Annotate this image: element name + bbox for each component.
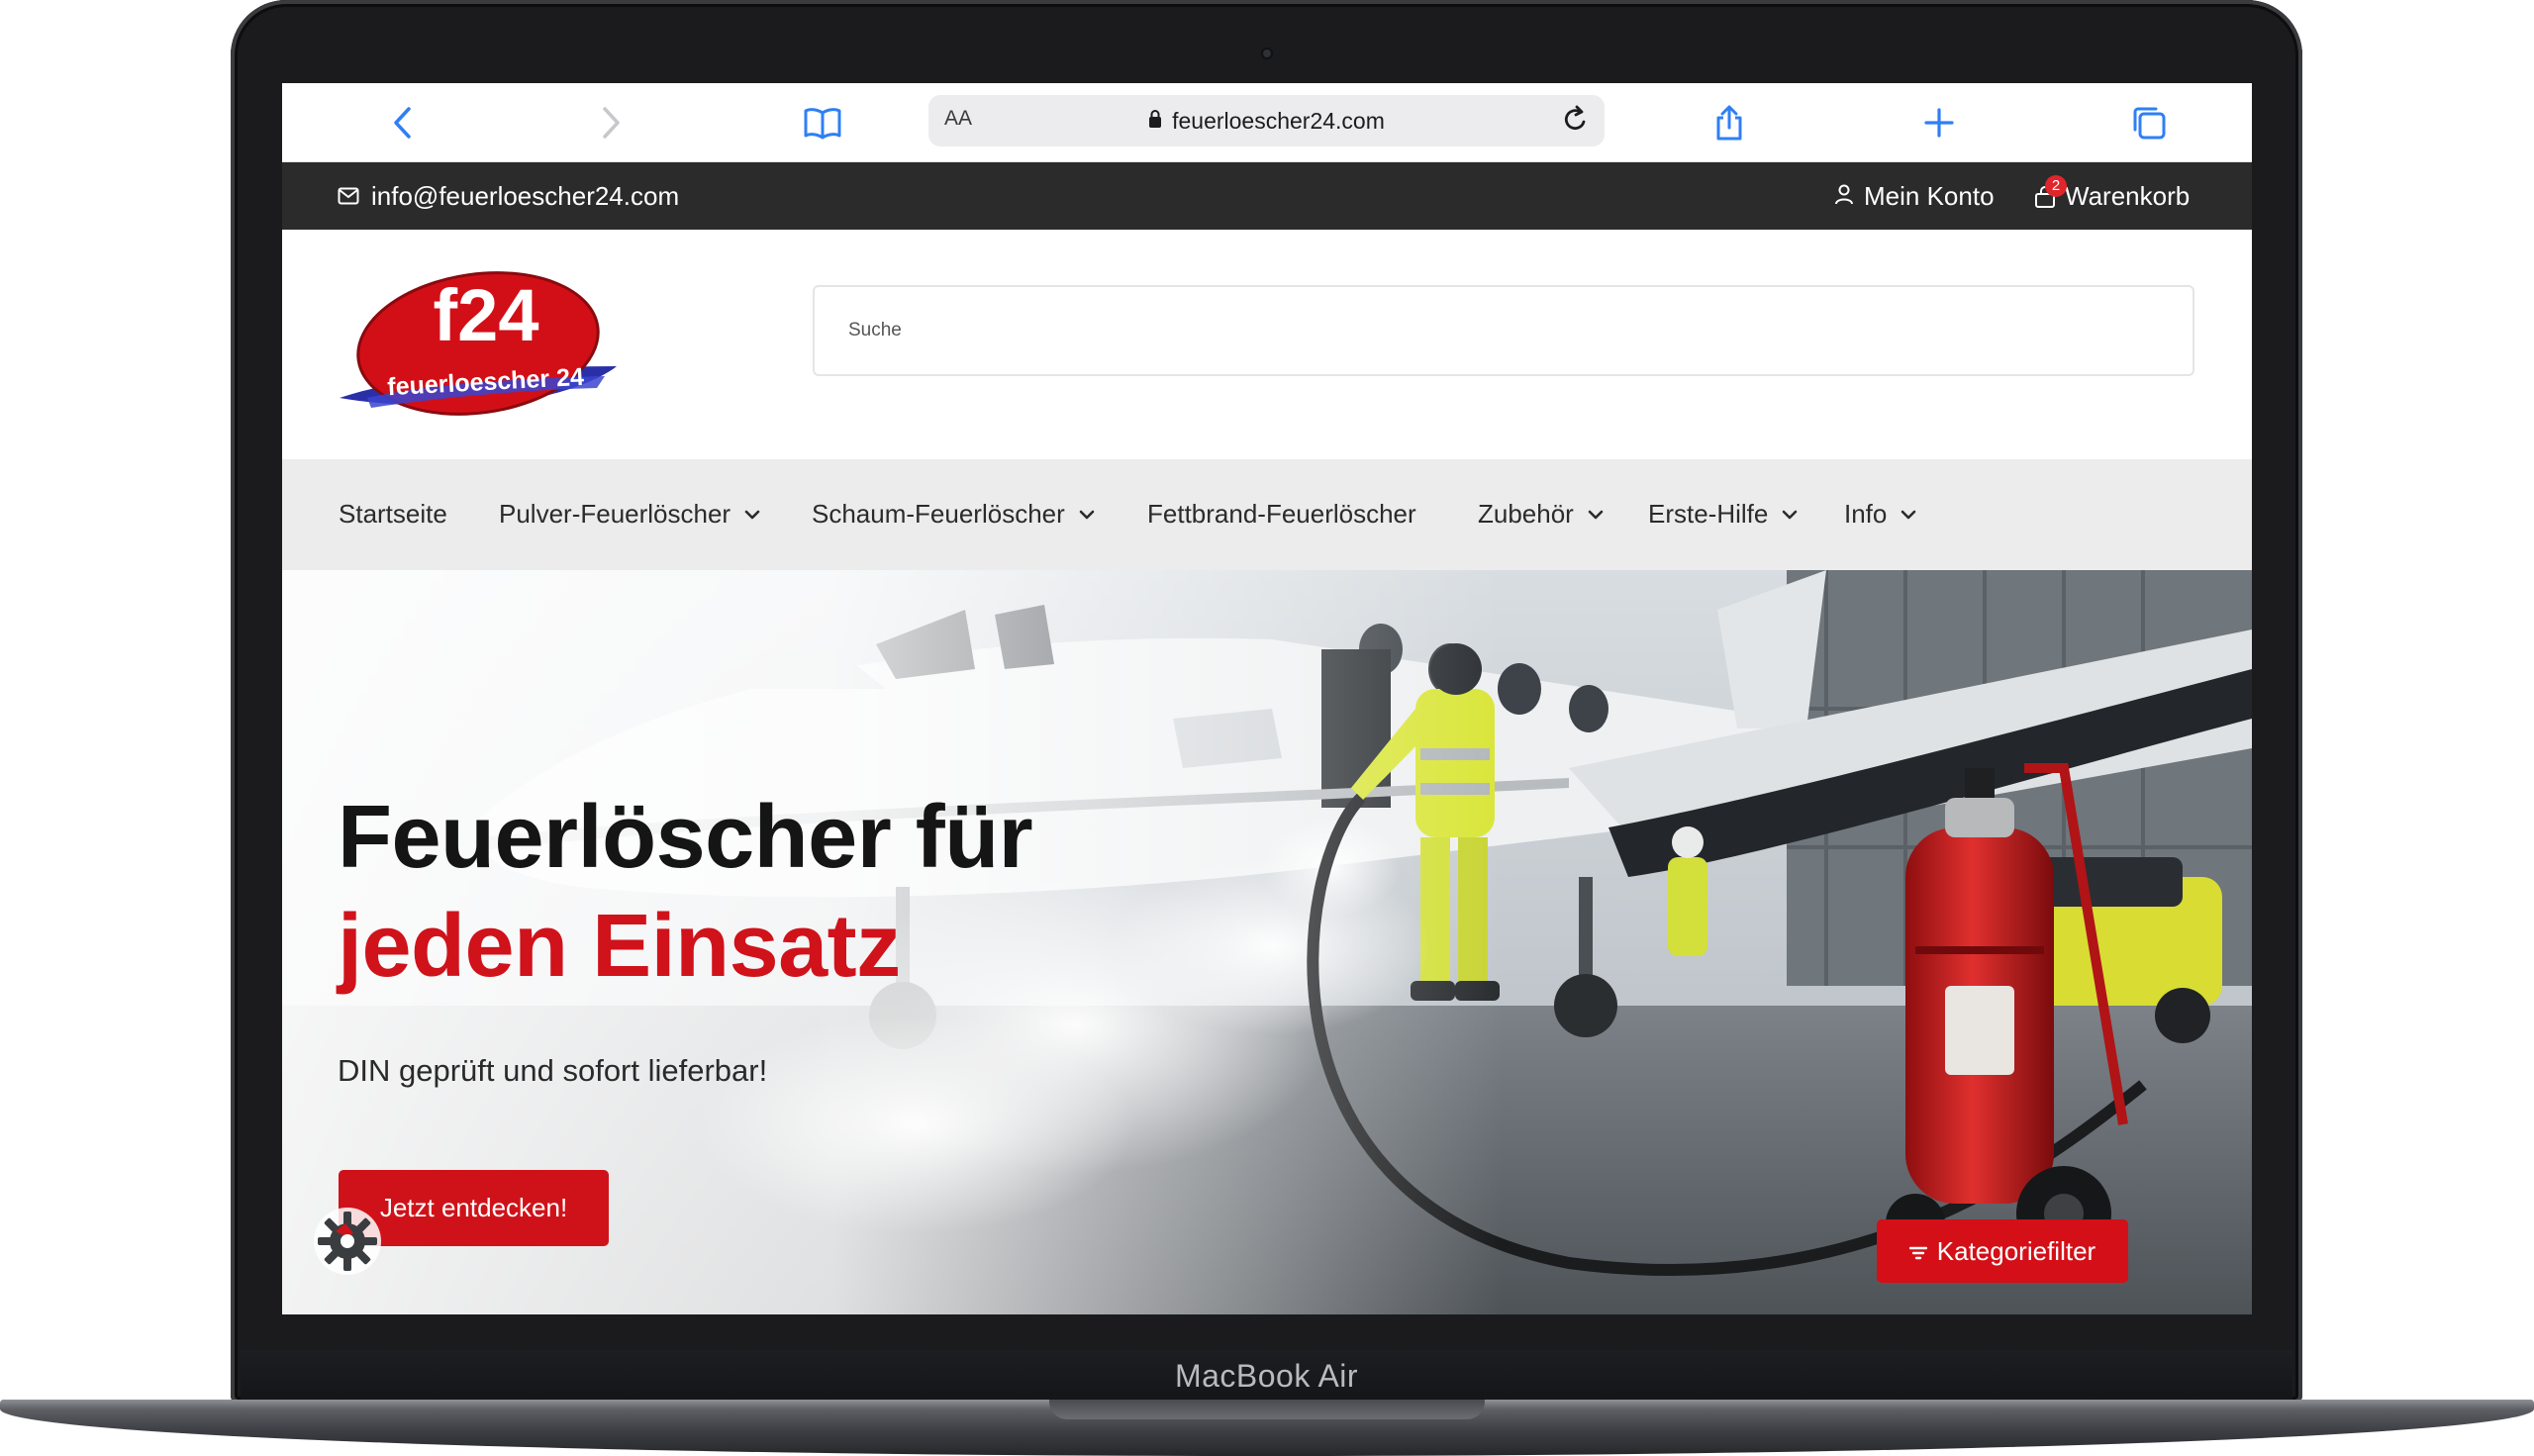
- chevron-down-icon: [1783, 510, 1798, 519]
- laptop-chin: MacBook Air: [241, 1350, 2292, 1402]
- forward-icon[interactable]: [591, 103, 631, 143]
- browser-screen: AA feuerloescher24.com info@feuerloesche…: [282, 83, 2252, 1314]
- nav-item-erste-hilfe[interactable]: Erste-Hilfe: [1648, 499, 1798, 530]
- nav-label: Fettbrand-Feuerlöscher: [1147, 499, 1416, 529]
- cart-icon: 2: [2033, 174, 2067, 209]
- cart-count-badge: 2: [2045, 174, 2067, 197]
- category-filter-button[interactable]: Kategoriefilter: [1877, 1219, 2128, 1283]
- nav-label: Erste-Hilfe: [1648, 499, 1769, 529]
- chevron-down-icon: [744, 510, 760, 519]
- hero-subtitle: DIN geprüft und sofort lieferbar!: [338, 1053, 768, 1088]
- device-label: MacBook Air: [1174, 1357, 1359, 1394]
- chevron-down-icon: [1079, 510, 1095, 519]
- nav-label: Schaum-Feuerlöscher: [812, 499, 1065, 529]
- hero-title-line1: Feuerlöscher für: [338, 788, 1033, 887]
- site-logo[interactable]: f24 feuerloescher 24: [338, 249, 620, 418]
- nav-item-schaum-feuerloescher[interactable]: Schaum-Feuerlöscher: [812, 499, 1095, 530]
- nav-item-info[interactable]: Info: [1844, 499, 1916, 530]
- contact-email-link[interactable]: info@feuerloescher24.com: [338, 181, 679, 212]
- safari-toolbar: AA feuerloescher24.com: [282, 83, 2252, 162]
- nav-label: Zubehör: [1478, 499, 1574, 529]
- laptop-hinge-notch: [1049, 1400, 1485, 1419]
- nav-label: Pulver-Feuerlöscher: [499, 499, 731, 529]
- nav-item-zubehoer[interactable]: Zubehör: [1478, 499, 1604, 530]
- new-tab-icon[interactable]: [1919, 103, 1959, 143]
- camera-dot: [1261, 48, 1273, 59]
- cart-label: Warenkorb: [2065, 181, 2191, 211]
- my-account-label: Mein Konto: [1864, 181, 1995, 211]
- tabs-icon[interactable]: [2129, 103, 2169, 143]
- chevron-down-icon: [1901, 510, 1916, 519]
- url-text: feuerloescher24.com: [1172, 107, 1385, 134]
- search-box[interactable]: [813, 285, 2194, 376]
- mail-icon: [338, 181, 359, 212]
- reload-icon[interactable]: [1555, 101, 1595, 141]
- main-navigation: Startseite Pulver-Feuerlöscher Schaum-Fe…: [282, 459, 2252, 570]
- nav-label: Info: [1844, 499, 1888, 529]
- hero-title-line2: jeden Einsatz: [338, 897, 901, 996]
- hero-banner: Feuerlöscher für jeden Einsatz DIN geprü…: [282, 570, 2252, 1314]
- nav-label: Startseite: [339, 499, 447, 529]
- user-icon: [1834, 181, 1854, 212]
- search-input[interactable]: [815, 287, 2193, 374]
- site-topbar: info@feuerloescher24.com Mein Konto 2 Wa…: [282, 162, 2252, 230]
- lock-icon: [1148, 108, 1162, 135]
- filter-icon: [1908, 1236, 1927, 1267]
- site-header: f24 feuerloescher 24: [282, 230, 2252, 459]
- share-icon[interactable]: [1709, 103, 1749, 143]
- my-account-link[interactable]: Mein Konto: [1834, 181, 1995, 212]
- nav-item-pulver-feuerloescher[interactable]: Pulver-Feuerlöscher: [499, 499, 760, 530]
- cart-link[interactable]: 2 Warenkorb: [2033, 174, 2191, 212]
- back-icon[interactable]: [383, 103, 423, 143]
- hero-title: Feuerlöscher für jeden Einsatz: [338, 783, 1033, 1001]
- cookie-settings-icon[interactable]: [310, 1204, 385, 1279]
- nav-item-startseite[interactable]: Startseite: [339, 499, 447, 530]
- chevron-down-icon: [1588, 510, 1604, 519]
- nav-item-fettbrand-feuerloescher[interactable]: Fettbrand-Feuerlöscher: [1147, 499, 1416, 530]
- contact-email: info@feuerloescher24.com: [371, 181, 680, 211]
- bookmarks-icon[interactable]: [803, 103, 842, 143]
- address-bar[interactable]: AA feuerloescher24.com: [928, 95, 1605, 146]
- category-filter-label: Kategoriefilter: [1936, 1235, 2096, 1266]
- logo-mark: f24: [434, 274, 539, 356]
